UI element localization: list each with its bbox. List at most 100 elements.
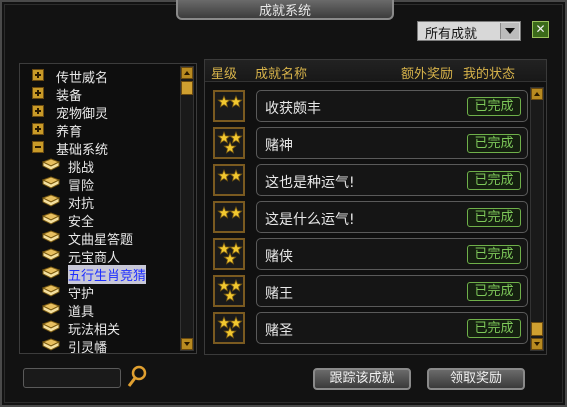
expand-icon[interactable] [32, 87, 44, 99]
book-icon [42, 230, 60, 243]
stars-icon [217, 242, 243, 265]
achievement-name-box[interactable]: 这是什么运气! 已完成 [256, 201, 528, 233]
achievement-row[interactable]: 收获颇丰 已完成 [213, 90, 529, 122]
book-icon [42, 194, 60, 207]
status-badge: 已完成 [467, 97, 521, 116]
stars-icon [217, 316, 243, 339]
book-icon [42, 212, 60, 225]
status-badge: 已完成 [467, 171, 521, 190]
tree-item[interactable]: 道具 [20, 300, 178, 320]
achievement-name: 这也是种运气! [265, 175, 355, 191]
book-icon [42, 266, 60, 279]
expand-icon[interactable] [32, 105, 44, 117]
scroll-up-button[interactable] [181, 67, 193, 79]
close-icon: ✕ [535, 22, 546, 36]
expand-icon[interactable] [32, 69, 44, 81]
list-header: 星级 成就名称 额外奖励 我的状态 [205, 60, 546, 82]
claim-reward-button[interactable]: 领取奖励 [427, 368, 525, 390]
tree-item[interactable]: 安全 [20, 210, 178, 230]
stars-icon [217, 131, 243, 154]
chevron-down-icon[interactable] [500, 23, 519, 39]
achievement-row[interactable]: 这是什么运气! 已完成 [213, 201, 529, 233]
achievement-name: 这是什么运气! [265, 212, 355, 228]
tree-group[interactable]: 养育 [20, 120, 178, 140]
tree-group[interactable]: 基础系统 [20, 138, 178, 158]
filter-selected-value: 所有成就 [425, 27, 478, 42]
star-rating-icon [213, 312, 245, 344]
tree-group[interactable]: 宠物御灵 [20, 102, 178, 122]
achievement-row[interactable]: 赌圣 已完成 [213, 312, 529, 344]
scroll-thumb[interactable] [181, 81, 193, 95]
achievement-name-box[interactable]: 收获颇丰 已完成 [256, 90, 528, 122]
achievement-name: 赌圣 [265, 323, 293, 339]
header-name: 成就名称 [255, 67, 308, 82]
achievement-name: 赌王 [265, 286, 293, 302]
collapse-icon[interactable] [32, 141, 44, 153]
status-badge: 已完成 [467, 282, 521, 301]
tree-scrollbar[interactable] [180, 66, 194, 351]
star-rating-icon [213, 90, 245, 122]
stars-icon [217, 168, 243, 182]
window-title-bar: 成就系统 [176, 0, 394, 20]
tree-item[interactable]: 文曲星答题 [20, 228, 178, 248]
stars-icon [217, 279, 243, 302]
tree-item[interactable]: 守护 [20, 282, 178, 302]
tree-item-label: 引灵幡 [68, 341, 108, 356]
book-icon [42, 248, 60, 261]
list-scroll-up-button[interactable] [531, 88, 543, 100]
achievement-name-box[interactable]: 赌侠 已完成 [256, 238, 528, 270]
header-reward: 额外奖励 [401, 67, 454, 82]
achievement-row[interactable]: 赌侠 已完成 [213, 238, 529, 270]
book-icon [42, 176, 60, 189]
claim-reward-label: 领取奖励 [449, 371, 502, 386]
book-icon [42, 158, 60, 171]
header-stars: 星级 [211, 67, 238, 82]
achievement-row[interactable]: 赌神 已完成 [213, 127, 529, 159]
stars-icon [217, 205, 243, 219]
achievement-row[interactable]: 这也是种运气! 已完成 [213, 164, 529, 196]
star-rating-icon [213, 275, 245, 307]
tree-item[interactable]: 玩法相关 [20, 318, 178, 338]
header-status: 我的状态 [463, 67, 516, 82]
list-scroll-down-button[interactable] [531, 338, 543, 350]
star-rating-icon [213, 127, 245, 159]
search-input[interactable] [23, 368, 121, 388]
tree-item[interactable]: 冒险 [20, 174, 178, 194]
scroll-down-button[interactable] [181, 338, 193, 350]
star-rating-icon [213, 238, 245, 270]
list-scrollbar[interactable] [530, 87, 544, 351]
star-rating-icon [213, 201, 245, 233]
achievement-row[interactable]: 赌王 已完成 [213, 275, 529, 307]
tree-item[interactable]: 元宝商人 [20, 246, 178, 266]
achievement-name-box[interactable]: 赌王 已完成 [256, 275, 528, 307]
status-badge: 已完成 [467, 208, 521, 227]
star-rating-icon [213, 164, 245, 196]
book-icon [42, 338, 60, 351]
book-icon [42, 284, 60, 297]
achievement-name-box[interactable]: 赌神 已完成 [256, 127, 528, 159]
tree-group[interactable]: 传世威名 [20, 66, 178, 86]
category-tree: 传世威名 装备 宠物御灵 养育 基础系统 挑战 冒险 对抗 安全 文曲星答题 元宝商人 五行生肖竞猜守… [19, 63, 197, 356]
status-badge: 已完成 [467, 134, 521, 153]
status-badge: 已完成 [467, 319, 521, 338]
stars-icon [217, 94, 243, 108]
tree-item[interactable]: 五行生肖竞猜 [20, 264, 178, 284]
achievement-name-box[interactable]: 赌圣 已完成 [256, 312, 528, 344]
tree-item[interactable]: 引灵幡 [20, 336, 178, 356]
track-achievement-button[interactable]: 跟踪该成就 [313, 368, 411, 390]
tree-item[interactable]: 挑战 [20, 156, 178, 176]
search-icon[interactable] [127, 365, 147, 389]
achievement-name-box[interactable]: 这也是种运气! 已完成 [256, 164, 528, 196]
tree-group[interactable]: 装备 [20, 84, 178, 104]
book-icon [42, 302, 60, 315]
expand-icon[interactable] [32, 123, 44, 135]
achievement-window: 成就系统 所有成就 ✕ 传世威名 装备 宠物御灵 养育 基础系统 挑战 冒险 对抗 安全 文曲星答… [0, 0, 567, 407]
track-achievement-label: 跟踪该成就 [329, 371, 395, 386]
list-scroll-thumb[interactable] [531, 322, 543, 336]
achievement-filter-dropdown[interactable]: 所有成就 [417, 21, 521, 42]
tree-item[interactable]: 对抗 [20, 192, 178, 212]
window-title: 成就系统 [258, 4, 311, 19]
book-icon [42, 320, 60, 333]
achievement-name: 赌神 [265, 138, 293, 154]
close-button[interactable]: ✕ [532, 21, 549, 38]
